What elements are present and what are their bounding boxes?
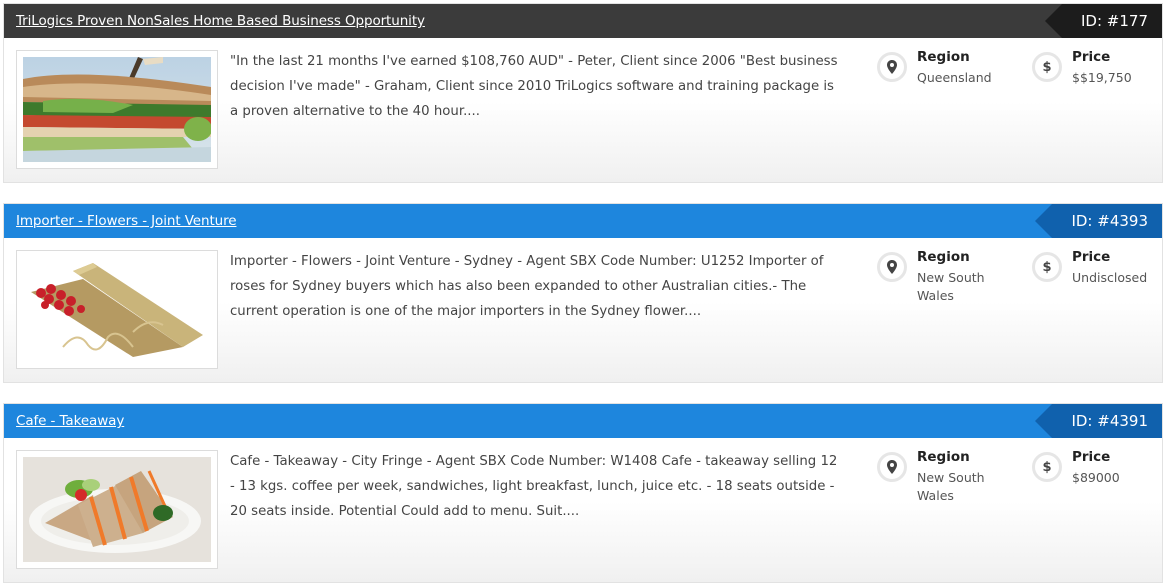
listing-description: Cafe - Takeaway - City Fringe - Agent SB… [230, 454, 838, 519]
map-pin-icon [877, 52, 907, 82]
sandwich-plate-photo [23, 457, 211, 562]
price-info: $ Price $$19,750 [1032, 48, 1162, 87]
listing-thumbnail[interactable] [16, 250, 218, 369]
listing-card: Cafe - Takeaway ID: #4391 Cafe - Takeawa… [3, 403, 1163, 583]
price-value: Undisclosed [1072, 270, 1148, 285]
listing-header: TriLogics Proven NonSales Home Based Bus… [4, 4, 1162, 38]
listing-card: TriLogics Proven NonSales Home Based Bus… [3, 3, 1163, 183]
price-value: $$19,750 [1072, 70, 1132, 85]
listing-card: Importer - Flowers - Joint Venture ID: #… [3, 203, 1163, 383]
region-label: Region [917, 49, 970, 65]
listing-thumbnail[interactable] [16, 50, 218, 169]
region-info: Region New South Wales [877, 448, 1017, 505]
dollar-icon: $ [1032, 252, 1062, 282]
region-info: Region New South Wales [877, 248, 1017, 305]
map-pin-icon [877, 452, 907, 482]
price-label: Price [1072, 249, 1111, 265]
listing-id-badge: ID: #177 [1045, 4, 1162, 38]
region-value: New South Wales [917, 470, 985, 503]
region-value: Queensland [917, 70, 992, 85]
region-info: Region Queensland [877, 48, 1017, 87]
listing-id-badge: ID: #4393 [1035, 204, 1162, 238]
listing-header: Importer - Flowers - Joint Venture ID: #… [4, 204, 1162, 238]
region-label: Region [917, 249, 970, 265]
region-value: New South Wales [917, 270, 985, 303]
map-pin-icon [877, 252, 907, 282]
listing-header: Cafe - Takeaway ID: #4391 [4, 404, 1162, 438]
sandwich-photo [23, 57, 211, 162]
price-label: Price [1072, 49, 1111, 65]
price-value: $89000 [1072, 470, 1120, 485]
listing-description: "In the last 21 months I've earned $108,… [230, 54, 838, 119]
region-label: Region [917, 449, 970, 465]
price-info: $ Price $89000 [1032, 448, 1162, 487]
listing-title-link[interactable]: TriLogics Proven NonSales Home Based Bus… [16, 13, 425, 29]
dollar-icon: $ [1032, 452, 1062, 482]
listing-description: Importer - Flowers - Joint Venture - Syd… [230, 254, 824, 319]
dollar-icon: $ [1032, 52, 1062, 82]
listing-title-link[interactable]: Cafe - Takeaway [16, 413, 124, 429]
listing-id-badge: ID: #4391 [1035, 404, 1162, 438]
listing-title-link[interactable]: Importer - Flowers - Joint Venture [16, 213, 237, 229]
price-label: Price [1072, 449, 1111, 465]
listing-thumbnail[interactable] [16, 450, 218, 569]
roses-box-photo [23, 257, 211, 362]
price-info: $ Price Undisclosed [1032, 248, 1162, 287]
